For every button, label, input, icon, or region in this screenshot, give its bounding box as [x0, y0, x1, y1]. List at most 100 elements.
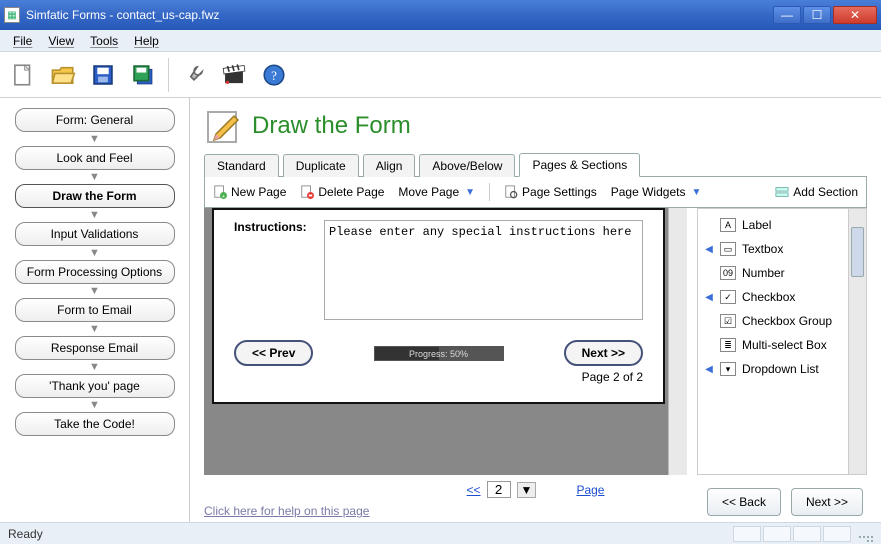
new-page-button[interactable]: + New Page: [213, 185, 286, 199]
dropdown-icon: ▾: [720, 362, 736, 376]
palette-textbox[interactable]: ◀▭Textbox: [702, 237, 844, 261]
step-form-general[interactable]: Form: General: [15, 108, 175, 132]
scrollbar-thumb[interactable]: [851, 227, 864, 277]
open-file-button[interactable]: [46, 58, 80, 92]
titlebar: ▦ Simfatic Forms - contact_us-cap.fwz — …: [0, 0, 881, 30]
toolbar-separator: [168, 58, 169, 92]
page-widgets-button[interactable]: Page Widgets ▼: [611, 185, 702, 199]
help-icon: ?: [261, 62, 287, 88]
content-panel: Draw the Form Standard Duplicate Align A…: [190, 98, 881, 522]
number-icon: 09: [720, 266, 736, 280]
scroll-up-button[interactable]: ▴: [672, 214, 684, 226]
step-take-the-code[interactable]: Take the Code!: [15, 412, 175, 436]
save-button[interactable]: [86, 58, 120, 92]
widget-palette-wrap: ALabel ◀▭Textbox 09Number ◀✓Checkbox ☑Ch…: [697, 208, 867, 475]
save-icon: [90, 62, 116, 88]
add-section-icon: [775, 185, 789, 199]
main-toolbar: ?: [0, 52, 881, 98]
tab-align[interactable]: Align: [363, 154, 416, 177]
form-canvas-viewport: ▴ ▾ Instructions: << Prev Pr: [204, 208, 687, 475]
scroll-down-button[interactable]: ▾: [672, 457, 684, 469]
step-input-validations[interactable]: Input Validations: [15, 222, 175, 246]
close-button[interactable]: ✕: [833, 6, 877, 24]
chevron-down-icon: ▼: [89, 248, 100, 258]
dropdown-triangle-icon: ▼: [691, 187, 701, 198]
new-file-icon: [10, 62, 36, 88]
progress-bar: Progress: 50%: [374, 346, 504, 361]
svg-text:?: ?: [271, 67, 277, 82]
menu-view[interactable]: View: [41, 32, 81, 50]
tab-standard[interactable]: Standard: [204, 154, 279, 177]
menu-tools[interactable]: Tools: [83, 32, 125, 50]
next-button[interactable]: Next >>: [791, 488, 863, 516]
pager-prev[interactable]: <<: [467, 483, 481, 497]
clapper-button[interactable]: [217, 58, 251, 92]
multiselect-icon: ≣: [720, 338, 736, 352]
wrench-icon: [181, 62, 207, 88]
save-all-button[interactable]: [126, 58, 160, 92]
page-title: Draw the Form: [252, 112, 411, 140]
help-button[interactable]: ?: [257, 58, 291, 92]
step-look-and-feel[interactable]: Look and Feel: [15, 146, 175, 170]
label-icon: A: [720, 218, 736, 232]
widget-palette: ALabel ◀▭Textbox 09Number ◀✓Checkbox ☑Ch…: [697, 208, 849, 475]
tab-duplicate[interactable]: Duplicate: [283, 154, 359, 177]
textbox-icon: ▭: [720, 242, 736, 256]
tabstrip: Standard Duplicate Align Above/Below Pag…: [204, 152, 867, 177]
pager-page-link[interactable]: Page: [576, 483, 604, 497]
delete-page-icon: [300, 185, 314, 199]
window-title: Simfatic Forms - contact_us-cap.fwz: [26, 8, 219, 22]
back-button[interactable]: << Back: [707, 488, 781, 516]
app-icon: ▦: [4, 7, 20, 23]
step-form-processing-options[interactable]: Form Processing Options: [15, 260, 175, 284]
step-response-email[interactable]: Response Email: [15, 336, 175, 360]
tab-above-below[interactable]: Above/Below: [419, 154, 515, 177]
subtoolbar-separator: [489, 183, 490, 201]
settings-button[interactable]: [177, 58, 211, 92]
palette-label[interactable]: ALabel: [702, 213, 844, 237]
menu-file[interactable]: File: [6, 32, 39, 50]
palette-checkbox-group[interactable]: ☑Checkbox Group: [702, 309, 844, 333]
instructions-label: Instructions:: [234, 220, 316, 234]
maximize-button[interactable]: ☐: [803, 6, 831, 24]
delete-page-button[interactable]: Delete Page: [300, 185, 384, 199]
palette-number[interactable]: 09Number: [702, 261, 844, 285]
palette-dropdown[interactable]: ◀▾Dropdown List: [702, 357, 844, 381]
delete-page-label: Delete Page: [318, 185, 384, 199]
step-thank-you-page[interactable]: 'Thank you' page: [15, 374, 175, 398]
step-form-to-email[interactable]: Form to Email: [15, 298, 175, 322]
chevron-down-icon: ▼: [89, 134, 100, 144]
instructions-input[interactable]: [324, 220, 643, 320]
palette-scrollbar[interactable]: [849, 208, 867, 475]
form-prev-button[interactable]: << Prev: [234, 340, 313, 366]
menu-help[interactable]: Help: [127, 32, 166, 50]
progress-text: Progress: 50%: [375, 347, 503, 362]
dropdown-triangle-icon: ▼: [465, 187, 475, 198]
chevron-down-icon: ▼: [89, 286, 100, 296]
page-widgets-label: Page Widgets: [611, 185, 686, 199]
tab-pages-sections[interactable]: Pages & Sections: [519, 153, 640, 177]
clapperboard-icon: [221, 62, 247, 88]
new-file-button[interactable]: [6, 58, 40, 92]
pager-dropdown[interactable]: ▼: [517, 482, 537, 498]
chevron-down-icon: ▼: [89, 172, 100, 182]
form-canvas[interactable]: Instructions: << Prev Progress: 50%: [212, 208, 665, 404]
palette-checkbox[interactable]: ◀✓Checkbox: [702, 285, 844, 309]
palette-multiselect[interactable]: ≣Multi-select Box: [702, 333, 844, 357]
pager-input[interactable]: [487, 481, 511, 498]
checkbox-group-icon: ☑: [720, 314, 736, 328]
save-all-icon: [130, 62, 156, 88]
status-text: Ready: [8, 527, 43, 541]
chevron-down-icon: ▼: [89, 400, 100, 410]
form-next-button[interactable]: Next >>: [564, 340, 643, 366]
step-draw-the-form[interactable]: Draw the Form: [15, 184, 175, 208]
wizard-sidebar: Form: General ▼ Look and Feel ▼ Draw the…: [0, 98, 190, 522]
move-page-button[interactable]: Move Page ▼: [398, 185, 475, 199]
draw-form-icon: [204, 106, 244, 146]
status-cells: [733, 526, 851, 542]
minimize-button[interactable]: —: [773, 6, 801, 24]
page-settings-button[interactable]: Page Settings: [504, 185, 597, 199]
open-folder-icon: [50, 62, 76, 88]
resize-grip[interactable]: [857, 526, 873, 542]
add-section-button[interactable]: Add Section: [775, 185, 858, 199]
